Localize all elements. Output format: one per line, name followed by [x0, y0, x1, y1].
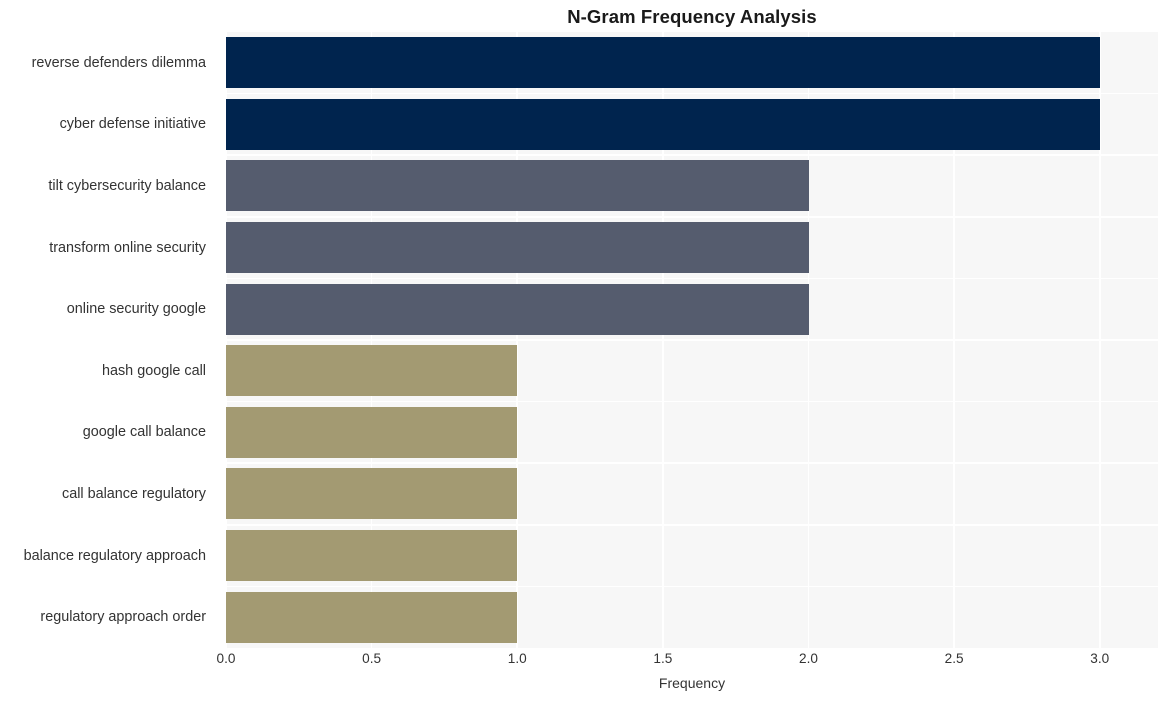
bar-slot	[226, 402, 1158, 464]
bar[interactable]	[226, 406, 518, 458]
x-axis-tick-label: 1.5	[653, 651, 673, 666]
y-axis-tick-label: hash google call	[101, 362, 206, 379]
x-axis-title: Frequency	[658, 675, 726, 691]
x-axis-tick-label: 3.0	[1090, 651, 1110, 666]
y-axis-tick-label: balance regulatory approach	[23, 547, 206, 564]
bar[interactable]	[226, 283, 809, 335]
y-axis-tick-label: regulatory approach order	[40, 609, 206, 626]
x-axis-tick-label: 0.5	[362, 651, 382, 666]
y-axis-tick-label: reverse defenders dilemma	[31, 54, 206, 71]
bar-slot	[226, 217, 1158, 279]
bar-slot	[226, 278, 1158, 340]
bar-slot	[226, 32, 1158, 94]
bar[interactable]	[226, 345, 518, 397]
bar[interactable]	[226, 37, 1100, 89]
y-axis-tick-label: google call balance	[82, 424, 206, 441]
bar-slot	[226, 340, 1158, 402]
y-axis-tick-label: call balance regulatory	[62, 486, 206, 502]
y-axis-category-labels: reverse defenders dilemma cyber defense i…	[0, 32, 216, 648]
bar-slot	[226, 463, 1158, 525]
y-axis-tick-label: cyber defense initiative	[59, 116, 206, 133]
x-axis-tick-label: 1.0	[507, 651, 527, 666]
bar-slot	[226, 586, 1158, 648]
chart-title: N-Gram Frequency Analysis	[567, 6, 817, 27]
plot-area	[225, 32, 1158, 648]
y-axis-tick-label: online security google	[66, 301, 206, 318]
x-axis-tick-label: 2.0	[799, 651, 818, 666]
y-axis-tick-label: transform online security	[49, 239, 206, 256]
y-axis-tick-label: tilt cybersecurity balance	[48, 178, 206, 194]
bar[interactable]	[226, 468, 518, 520]
bar[interactable]	[226, 160, 809, 212]
bar[interactable]	[226, 222, 809, 274]
bar-slot	[226, 94, 1158, 156]
x-axis-tick-label: 2.5	[944, 651, 964, 666]
bar[interactable]	[226, 591, 518, 643]
bar[interactable]	[226, 98, 1100, 150]
bar[interactable]	[226, 530, 518, 582]
x-axis-tick-label: 0.0	[216, 651, 236, 666]
ngram-frequency-bar-chart: N-Gram Frequency Analysis reverse defend…	[0, 0, 1165, 701]
x-axis-tick-labels: 0.0 0.5 1.0 1.5 2.0 2.5 3.0	[0, 651, 1165, 673]
bar-slot	[226, 155, 1158, 217]
bar-slot	[226, 525, 1158, 587]
